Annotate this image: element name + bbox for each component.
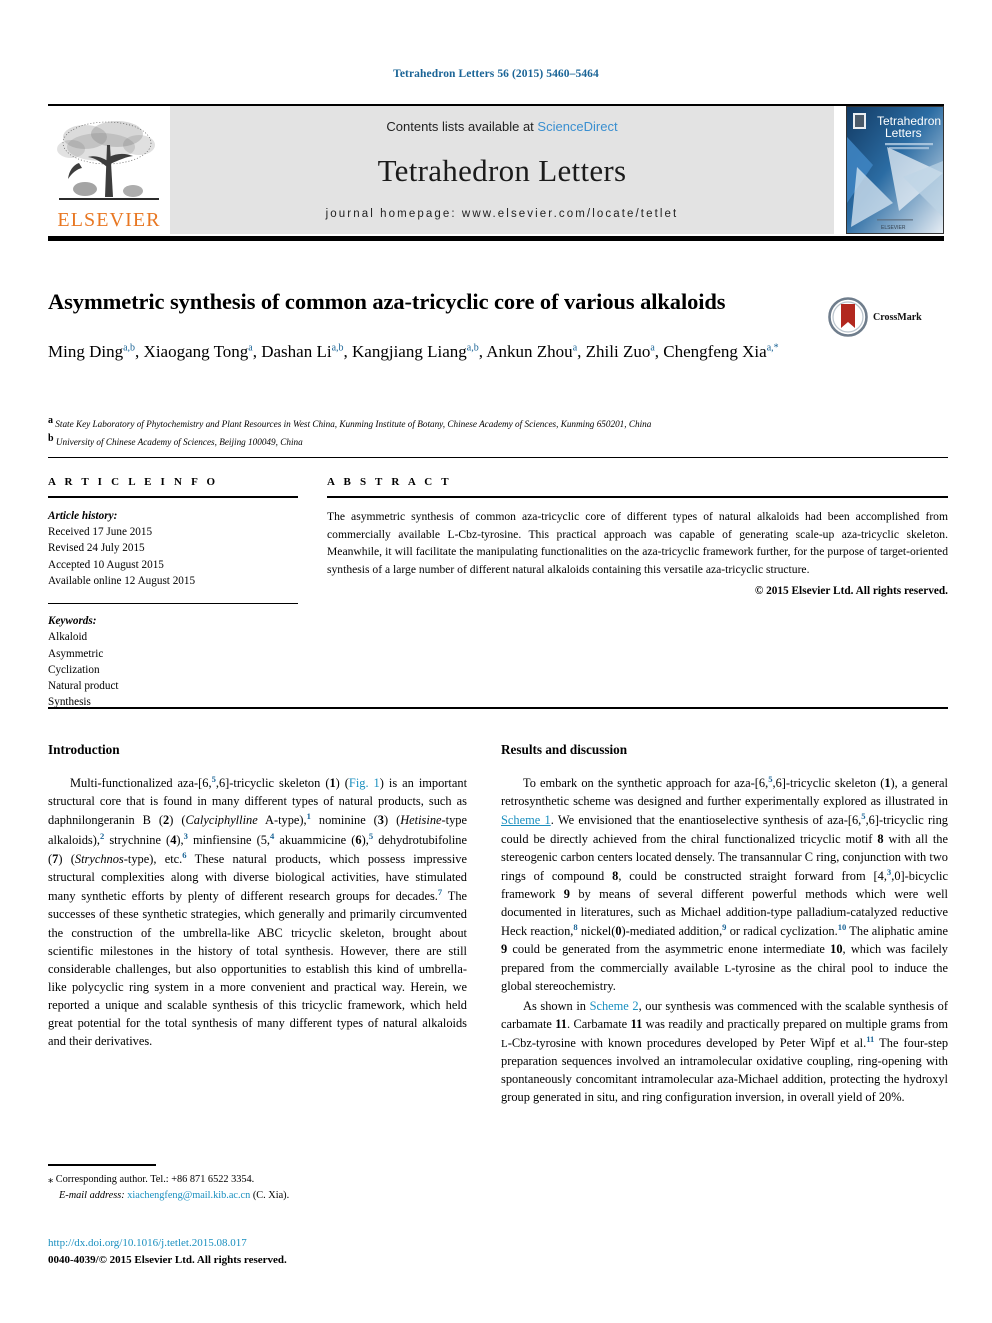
keyword-items: Alkaloid Asymmetric Cyclization Natural pro… <box>48 629 298 710</box>
author-affiliation-marker: a,b <box>123 342 136 354</box>
homepage-prefix: journal homepage: <box>325 208 462 220</box>
author-name: Ming Ding <box>48 341 124 361</box>
author-affiliation-marker: a,b <box>466 342 479 354</box>
figure-1-link[interactable]: Fig. 1 <box>349 776 380 790</box>
corresponding-text: Corresponding author. Tel.: +86 871 6522… <box>55 1174 255 1185</box>
homepage-url[interactable]: www.elsevier.com/locate/tetlet <box>462 208 678 220</box>
author-name: Zhili Zuo <box>585 341 651 361</box>
corresponding-marker: ⁎ <box>48 1174 54 1185</box>
article-info-separator <box>48 603 298 605</box>
abstract-heading: A B S T R A C T <box>327 476 452 488</box>
author-affiliation-marker: a,* <box>766 342 779 354</box>
introduction-heading: Introduction <box>48 742 120 757</box>
results-heading: Results and discussion <box>501 742 628 757</box>
article-history-item: Revised 24 July 2015 <box>48 542 145 555</box>
sciencedirect-link[interactable]: ScienceDirect <box>537 119 617 134</box>
article-history-item: Accepted 10 August 2015 <box>48 558 164 571</box>
abstract-rule <box>327 496 948 498</box>
keyword-item: Alkaloid <box>48 631 88 644</box>
abstract-copyright: © 2015 Elsevier Ltd. All rights reserved… <box>754 585 948 598</box>
info-bottom-rule <box>48 707 948 709</box>
author-name: Ankun Zhou <box>486 341 573 361</box>
journal-masthead: ELSEVIER Contents lists available at Sci… <box>48 106 944 234</box>
article-history-items: Received 17 June 2015 Revised 24 July 201… <box>48 524 298 589</box>
abstract-column: A B S T R A C T The asymmetric synthesis… <box>327 476 948 597</box>
results-paragraph-2: As shown in Scheme 2, our synthesis was … <box>501 998 949 1105</box>
affiliation-line: a State Key Laboratory of Phytochemistry… <box>48 415 652 430</box>
issn-copyright: 0040-4039/© 2015 Elsevier Ltd. All right… <box>48 1253 287 1266</box>
corresponding-author-line: ⁎ Corresponding author. Tel.: +86 871 65… <box>48 1172 468 1188</box>
author-name: Chengfeng Xia <box>663 341 767 361</box>
results-paragraph-1: To embark on the synthetic approach for … <box>501 774 948 993</box>
body-column-left: Introduction Multi-functionalized aza-[6… <box>48 742 467 1052</box>
elsevier-wordmark: ELSEVIER <box>57 209 161 231</box>
masthead-bottom-rule <box>48 236 944 241</box>
article-title: Asymmetric synthesis of common aza-tricy… <box>48 289 726 314</box>
elsevier-tree-icon <box>57 121 159 200</box>
title-block: Asymmetric synthesis of common aza-tricy… <box>48 288 838 364</box>
crossmark-label: CrossMark <box>873 311 922 323</box>
email-line: E-mail address: xiachengfeng@mail.kib.ac… <box>48 1188 468 1204</box>
crossmark-badge[interactable]: CrossMark <box>828 294 948 340</box>
author-name: Kangjiang Liang <box>352 341 467 361</box>
corresponding-author-note: ⁎ Corresponding author. Tel.: +86 871 65… <box>48 1172 468 1204</box>
doi-block: http://dx.doi.org/10.1016/j.tetlet.2015.… <box>48 1235 508 1268</box>
article-info-column: A R T I C L E I N F O Article history: R… <box>48 476 298 711</box>
svg-text:Letters: Letters <box>885 126 922 140</box>
article-history-item: Received 17 June 2015 <box>48 526 153 539</box>
author-list: Ming Dinga,b, Xiaogang Tonga, Dashan Lia… <box>48 341 779 361</box>
article-info-heading: A R T I C L E I N F O <box>48 476 219 488</box>
keywords-label: Keywords: <box>48 615 97 628</box>
keyword-item: Natural product <box>48 680 119 693</box>
keyword-item: Cyclization <box>48 663 100 676</box>
footnote-rule <box>48 1164 156 1166</box>
keyword-item: Asymmetric <box>48 647 104 660</box>
author-name: Dashan Li <box>261 341 332 361</box>
contents-prefix: Contents lists available at <box>386 119 538 134</box>
article-info-rule <box>48 496 298 498</box>
author-affiliation-marker: a,b <box>331 342 344 354</box>
running-head: Tetrahedron Letters 56 (2015) 5460–5464 <box>393 68 599 80</box>
article-history-label: Article history: <box>48 510 118 522</box>
journal-cover-thumbnail: Tetrahedron Letters ELSEVIER <box>846 106 944 234</box>
scheme-2-link[interactable]: Scheme 2 <box>590 999 639 1013</box>
contents-line: Contents lists available at ScienceDirec… <box>386 119 617 134</box>
masthead-center: Contents lists available at ScienceDirec… <box>170 106 834 234</box>
scheme-1-link[interactable]: Scheme 1 <box>501 813 551 827</box>
svg-text:ELSEVIER: ELSEVIER <box>881 225 906 231</box>
abstract-text: The asymmetric synthesis of common aza-t… <box>327 510 948 576</box>
affiliation-line: b University of Chinese Academy of Scien… <box>48 433 303 448</box>
email-suffix: (C. Xia). <box>252 1189 290 1201</box>
email-address[interactable]: xiachengfeng@mail.kib.ac.cn <box>127 1190 250 1201</box>
author-affiliation-marker: a <box>650 342 655 354</box>
affiliations: a State Key Laboratory of Phytochemistry… <box>48 413 948 450</box>
elsevier-logo: ELSEVIER <box>48 106 170 234</box>
journal-homepage: journal homepage: www.elsevier.com/locat… <box>326 208 679 220</box>
article-history-item: Available online 12 August 2015 <box>48 574 196 587</box>
doi-link[interactable]: http://dx.doi.org/10.1016/j.tetlet.2015.… <box>48 1235 508 1252</box>
body-column-right: Results and discussion To embark on the … <box>501 742 948 1109</box>
keywords: Keywords: Alkaloid Asymmetric Cyclization N… <box>48 613 298 710</box>
email-label: E-mail address: <box>59 1189 125 1201</box>
article-page: Tetrahedron Letters 56 (2015) 5460–5464 <box>0 0 992 1323</box>
article-history: Article history: Received 17 June 2015 Re… <box>48 508 298 589</box>
crossmark-icon <box>828 297 868 337</box>
cover-artwork: Tetrahedron Letters ELSEVIER <box>847 107 943 233</box>
info-top-rule <box>48 457 948 458</box>
author-affiliation-marker: a <box>248 342 253 354</box>
introduction-paragraph: Multi-functionalized aza-[6,5,6]-tricycl… <box>48 774 468 1049</box>
author-name: Xiaogang Tong <box>143 341 249 361</box>
author-affiliation-marker: a <box>572 342 578 354</box>
journal-title: Tetrahedron Letters <box>377 153 627 188</box>
